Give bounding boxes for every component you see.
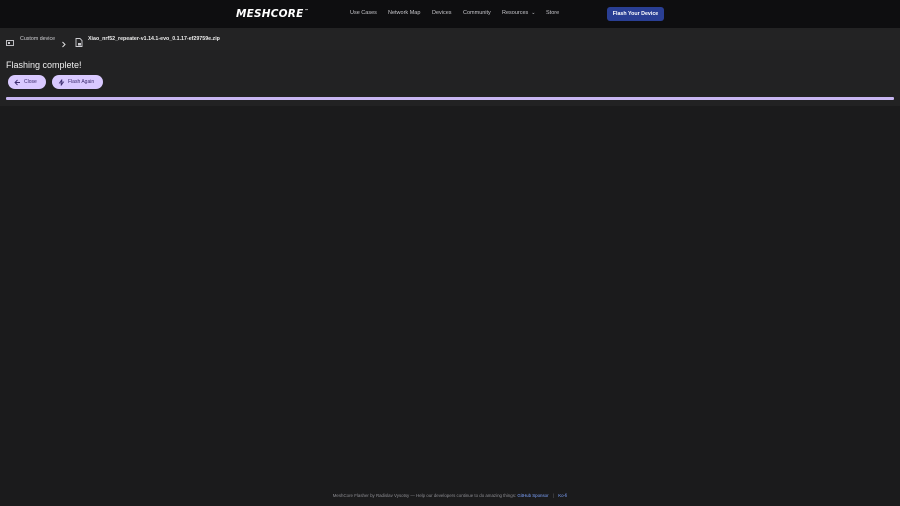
arrow-left-icon	[14, 79, 20, 85]
footer-separator: |	[552, 493, 554, 498]
github-sponsor-link[interactable]: GitHub Sponsor	[517, 493, 548, 498]
footer: MeshCore Flasher by Radislav Vysotsy — H…	[0, 493, 900, 498]
logo-text: MESHCORE	[236, 8, 304, 20]
nav-community[interactable]: Community	[463, 10, 491, 16]
nav-store[interactable]: Store	[546, 10, 559, 16]
breadcrumb-file: Xiao_nrf52_repeater-v1.14.1-evo_0.1.17-e…	[88, 36, 220, 42]
close-button[interactable]: Close	[8, 75, 46, 89]
nav-network-map[interactable]: Network Map	[388, 10, 420, 16]
flash-again-button-label: Flash Again	[68, 79, 95, 85]
chevron-down-icon: ⌄	[531, 10, 536, 16]
nav-devices[interactable]: Devices	[432, 10, 452, 16]
kofi-link[interactable]: Ko-fi	[558, 493, 567, 498]
page-title: Flashing complete!	[6, 60, 82, 70]
flash-again-button[interactable]: Flash Again	[52, 75, 103, 89]
nav-resources-label: Resources	[502, 10, 529, 16]
breadcrumb-device[interactable]: Custom device	[20, 36, 55, 42]
flash-progress-fill	[6, 97, 894, 100]
footer-text: MeshCore Flasher by Radislav Vysotsy — H…	[332, 493, 517, 498]
nav-use-cases[interactable]: Use Cases	[350, 10, 377, 16]
lightning-icon	[58, 78, 65, 86]
close-button-label: Close	[24, 79, 37, 85]
meshcore-logo[interactable]: MESHCORE™	[236, 8, 309, 20]
flash-progress-bar	[6, 97, 894, 100]
logo-trademark: ™	[304, 8, 309, 13]
nav-resources[interactable]: Resources ⌄	[502, 10, 536, 16]
flash-your-device-button[interactable]: Flash Your Device	[607, 7, 664, 21]
